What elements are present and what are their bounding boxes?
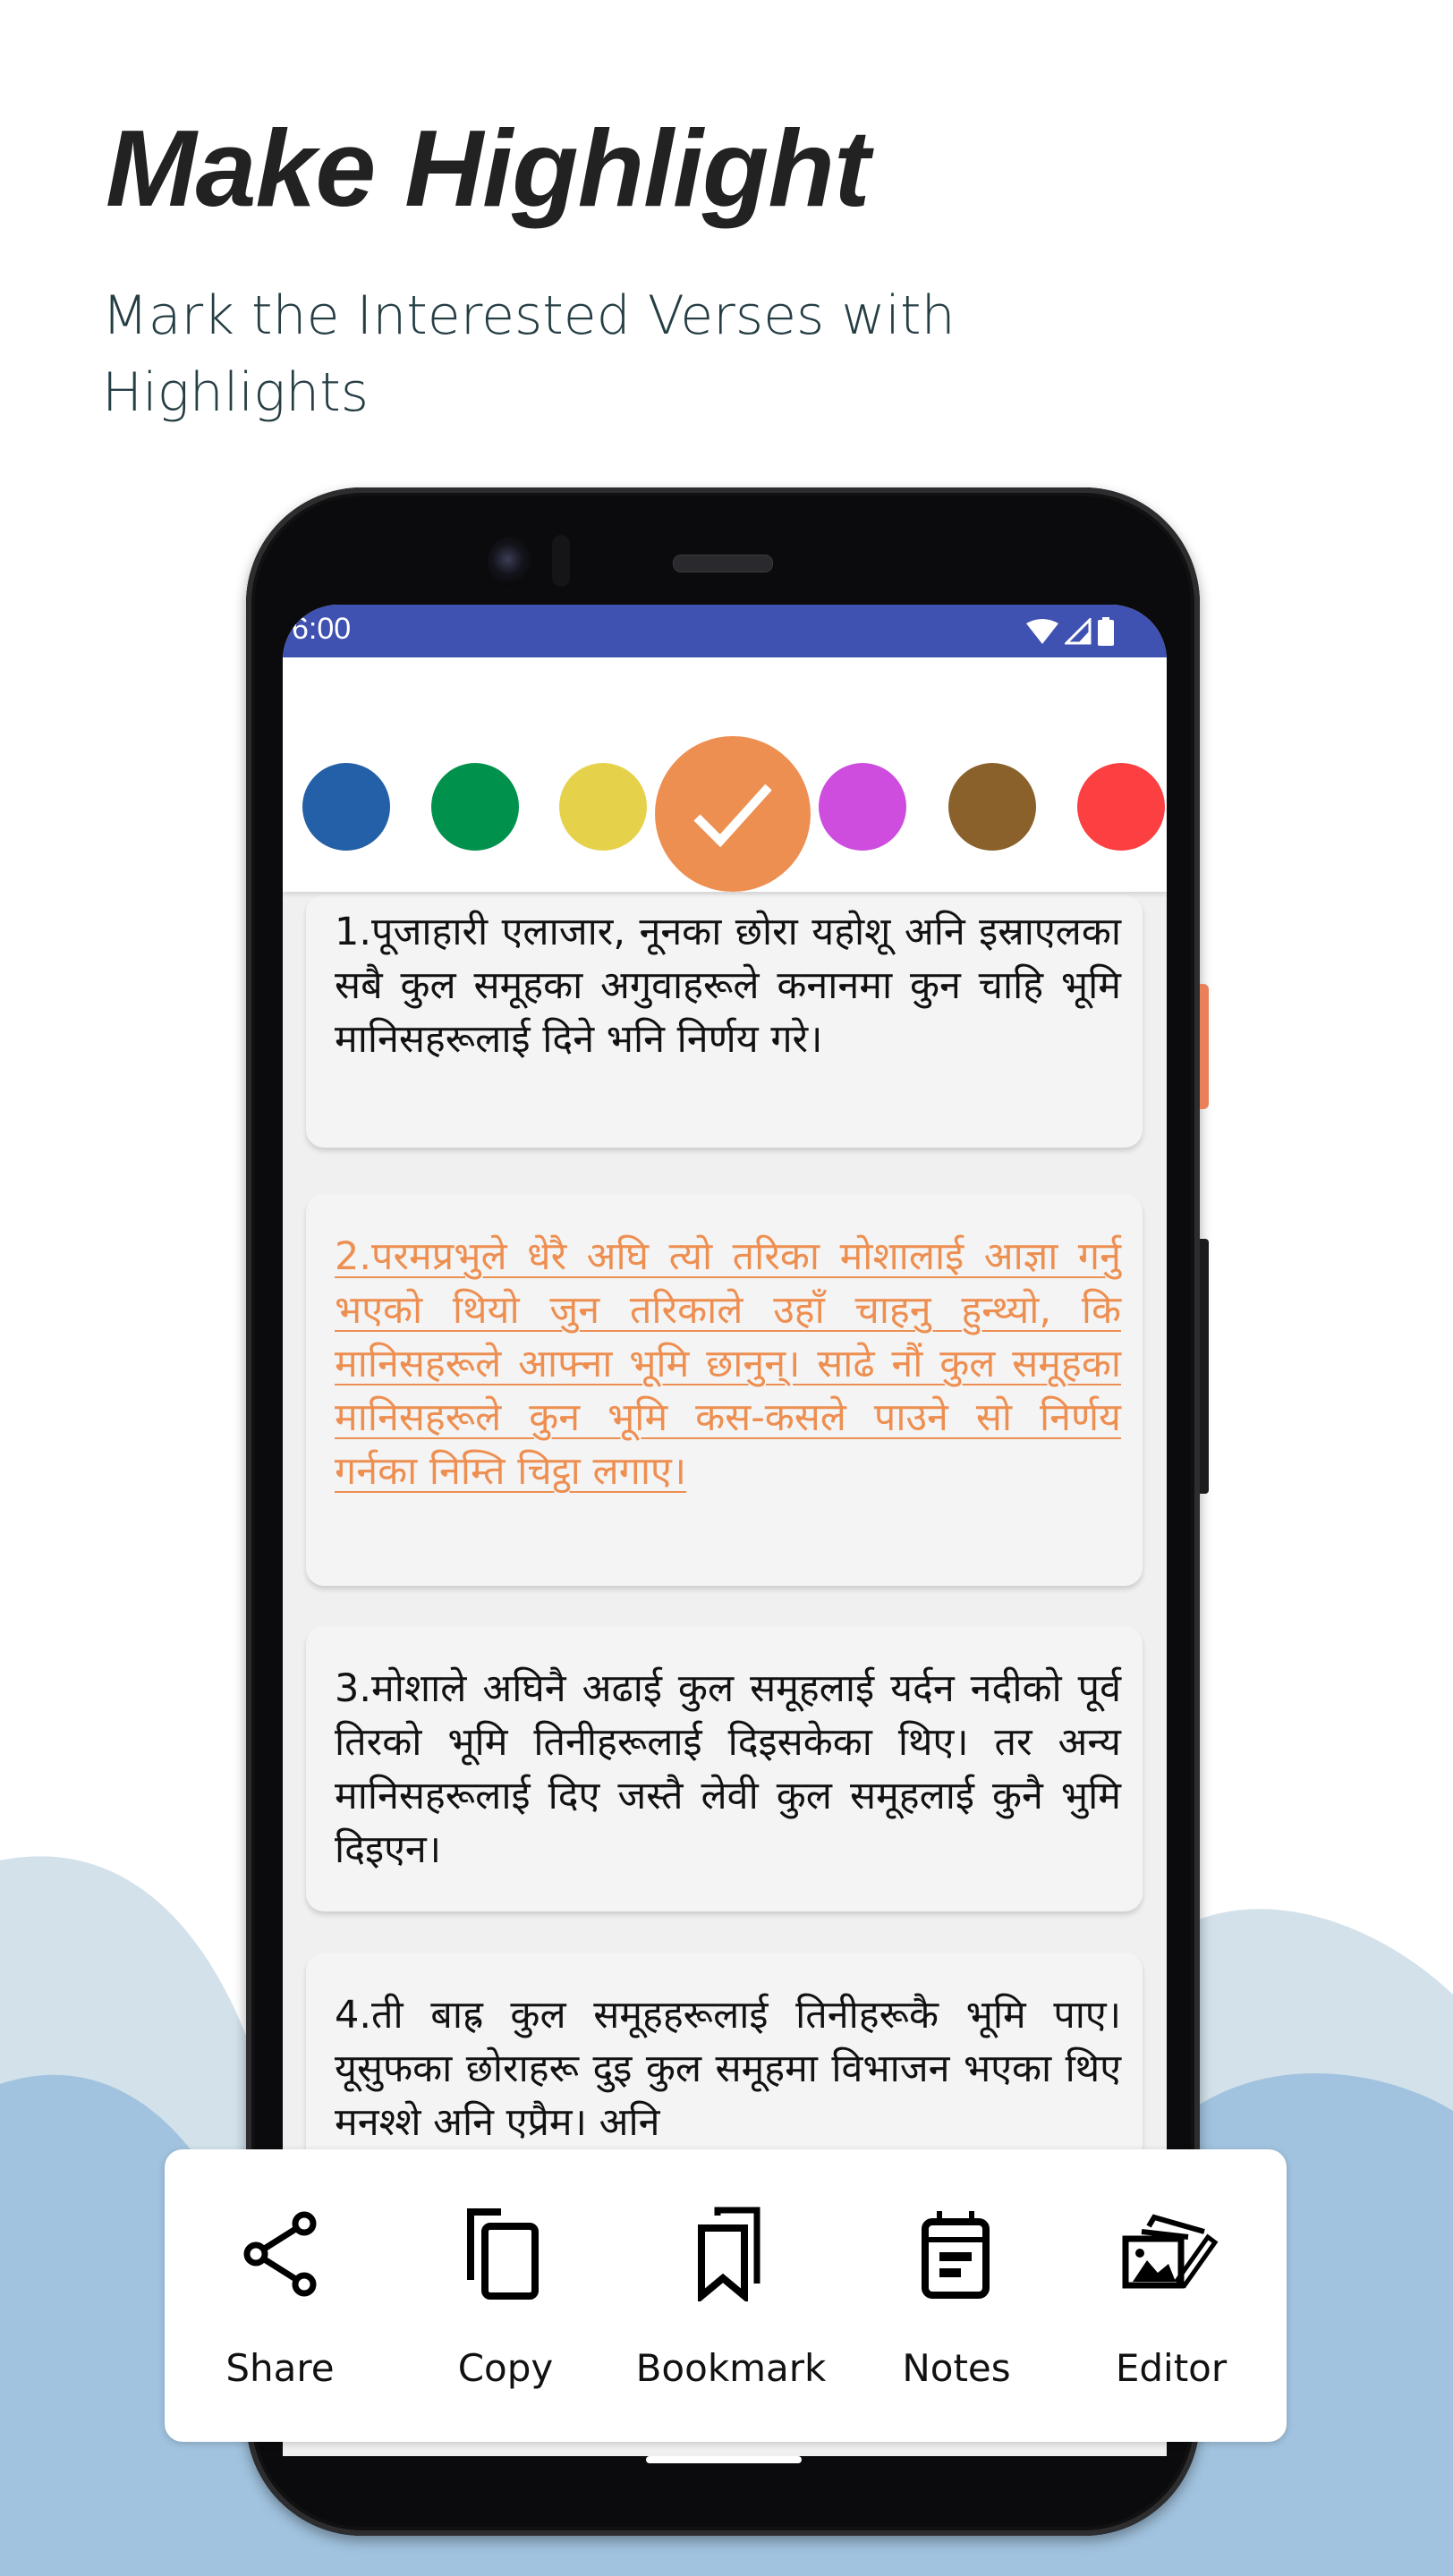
phone-volume-button (1200, 1239, 1209, 1494)
bookmark-label: Bookmark (635, 2346, 827, 2390)
status-icons (1025, 617, 1115, 646)
notes-button[interactable]: Notes (845, 2149, 1068, 2442)
status-time: 6:00 (292, 612, 352, 646)
bookmark-icon (682, 2205, 780, 2303)
status-bar: 6:00 (283, 605, 1167, 657)
share-label: Share (225, 2346, 335, 2390)
bookmark-button[interactable]: Bookmark (619, 2149, 843, 2442)
copy-icon (456, 2205, 555, 2303)
color-swatch-blue[interactable] (302, 763, 390, 851)
verse-text: 1.पूजाहारी एलाजार, नूनका छोरा यहोशू अनि … (335, 910, 1121, 1062)
share-icon (231, 2205, 329, 2303)
notes-label: Notes (902, 2346, 1011, 2390)
verse-action-bar: Share Copy Bookmark Notes Editor (165, 2149, 1287, 2442)
checkmark-icon (693, 784, 772, 848)
page-subtitle: Mark the Interested Verses with Highligh… (102, 284, 956, 424)
copy-label: Copy (457, 2346, 554, 2390)
front-camera (488, 537, 532, 587)
color-swatch-yellow[interactable] (559, 763, 647, 851)
wifi-icon (1026, 619, 1058, 644)
copy-button[interactable]: Copy (394, 2149, 617, 2442)
image-editor-icon (1122, 2205, 1220, 2303)
color-swatch-brown[interactable] (948, 763, 1036, 851)
verse-text-highlighted: 2.परमप्रभुले धेरै अघि त्यो तरिका मोशालाई… (335, 1234, 1121, 1494)
color-swatch-red[interactable] (1077, 763, 1165, 851)
phone-sensor (552, 535, 570, 587)
verse-text: 3.मोशाले अघिनै अढाई कुल समूहलाई यर्दन नद… (335, 1666, 1121, 1872)
verse-card[interactable]: 1.पूजाहारी एलाजार, नूनका छोरा यहोशू अनि … (306, 894, 1143, 1148)
verse-card-highlighted[interactable]: 2.परमप्रभुले धेरै अघि त्यो तरिका मोशालाई… (306, 1194, 1143, 1586)
color-swatch-magenta[interactable] (819, 763, 906, 851)
home-indicator[interactable] (646, 2456, 802, 2463)
editor-label: Editor (1115, 2346, 1228, 2390)
battery-icon (1098, 617, 1114, 646)
color-swatch-orange[interactable] (655, 736, 811, 892)
page-title: Make Highlight (106, 107, 871, 229)
share-button[interactable]: Share (168, 2149, 392, 2442)
earpiece-speaker (673, 555, 773, 572)
highlight-color-picker (283, 657, 1167, 892)
signal-icon (1065, 618, 1092, 645)
phone-power-button (1200, 984, 1209, 1109)
editor-button[interactable]: Editor (1059, 2149, 1283, 2442)
color-swatch-green[interactable] (431, 763, 519, 851)
verse-text: 4.ती बाह्र कुल समूहहरूलाई तिनीहरूकै भूमि… (335, 1993, 1121, 2145)
notes-icon (907, 2205, 1006, 2303)
verse-card[interactable]: 3.मोशाले अघिनै अढाई कुल समूहलाई यर्दन नद… (306, 1626, 1143, 1911)
